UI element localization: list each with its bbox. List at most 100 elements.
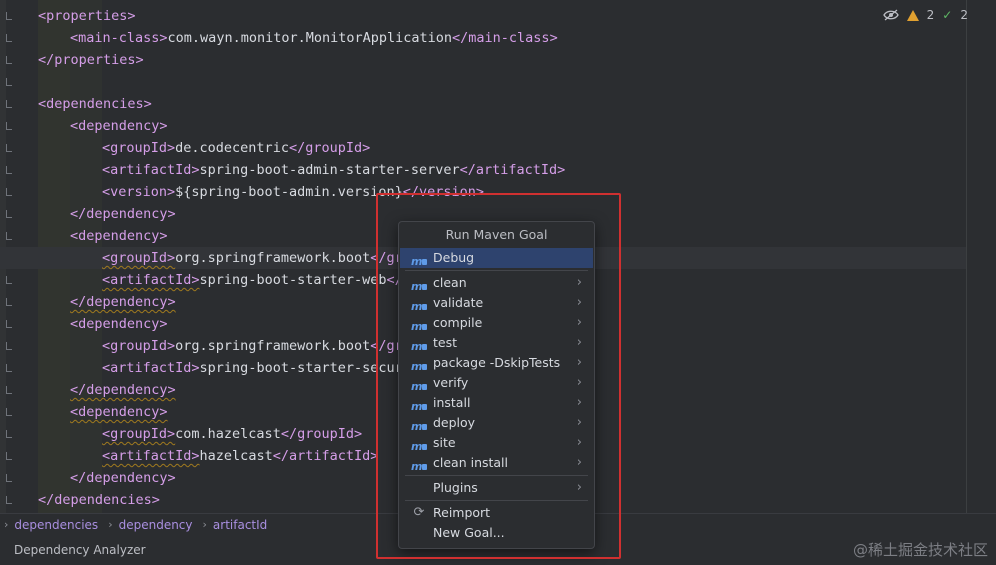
maven-icon: m	[411, 356, 427, 373]
xml-tag: </groupId>	[280, 426, 363, 442]
maven-icon: m	[411, 276, 427, 293]
xml-tag: <artifactId>	[102, 162, 200, 178]
chevron-right-icon: ›	[576, 435, 582, 450]
xml-text: spring-boot-admin-starter-server	[199, 162, 460, 178]
xml-tag: <artifactId>	[102, 360, 200, 376]
xml-text: ${spring-boot-admin.version}	[175, 184, 403, 200]
menu-item-label: test	[433, 335, 458, 350]
xml-tag: </artifactId>	[272, 448, 379, 464]
code-line[interactable]: <main-class>com.wayn.monitor.MonitorAppl…	[0, 27, 966, 49]
goal-list: m clean › m validate › m compile › m test › m package…	[399, 273, 594, 473]
xml-tag: <groupId>	[102, 338, 176, 354]
maven-icon: m	[411, 316, 427, 333]
menu-divider	[405, 270, 588, 271]
chevron-right-icon: ›	[4, 518, 9, 531]
xml-tag: <dependency>	[70, 316, 168, 332]
chevron-right-icon: ›	[576, 375, 582, 390]
maven-icon: m	[411, 296, 427, 313]
xml-text: de.codecentric	[175, 140, 289, 156]
watermark: @稀土掘金技术社区	[852, 541, 988, 559]
chevron-right-icon: ›	[576, 315, 582, 330]
xml-text: org.springframework.boot	[175, 338, 371, 354]
chevron-right-icon: ›	[576, 295, 582, 310]
xml-text: com.hazelcast	[175, 426, 281, 442]
maven-icon: m	[411, 376, 427, 393]
menu-item-goal[interactable]: m package -DskipTests ›	[399, 353, 594, 373]
xml-tag: </main-class>	[452, 30, 558, 46]
xml-tag: </dependency>	[70, 470, 176, 486]
menu-item-label: clean install	[433, 455, 509, 470]
code-line[interactable]: </properties>	[0, 49, 966, 71]
warning-count: 2	[926, 8, 935, 22]
menu-item-goal[interactable]: m clean install ›	[399, 453, 594, 473]
chevron-right-icon: ›	[576, 355, 582, 370]
menu-item-goal[interactable]: m site ›	[399, 433, 594, 453]
refresh-icon: ⟳	[413, 505, 425, 520]
menu-item-label: clean	[433, 275, 467, 290]
menu-item-plugins[interactable]: Plugins ›	[399, 478, 594, 498]
menu-item-label: deploy	[433, 415, 476, 430]
dependency-analyzer-tab[interactable]: Dependency Analyzer	[14, 543, 146, 557]
menu-item-label: site	[433, 435, 456, 450]
menu-item-label: compile	[433, 315, 483, 330]
xml-tag: </dependency>	[70, 382, 176, 398]
chevron-right-icon: ›	[576, 455, 582, 470]
code-line[interactable]: <groupId>de.codecentric</groupId>	[0, 137, 966, 159]
xml-tag: <dependency>	[70, 404, 168, 420]
xml-tag: <groupId>	[102, 250, 176, 266]
xml-tag: <properties>	[38, 8, 136, 24]
popup-title: Run Maven Goal	[445, 227, 548, 242]
breadcrumb-item[interactable]: › dependencies	[4, 518, 98, 532]
menu-item-goal[interactable]: m compile ›	[399, 313, 594, 333]
xml-text: spring-boot-starter-secur	[199, 360, 403, 376]
scrollbar-track[interactable]	[966, 0, 967, 513]
code-line[interactable]	[0, 71, 966, 93]
menu-item-debug[interactable]: m Debug	[400, 248, 593, 268]
menu-item-new-goal[interactable]: New Goal...	[399, 523, 594, 543]
maven-icon: m	[411, 456, 427, 473]
xml-tag: </dependency>	[70, 206, 176, 222]
code-line[interactable]: <artifactId>spring-boot-admin-starter-se…	[0, 159, 966, 181]
menu-item-goal[interactable]: m clean ›	[399, 273, 594, 293]
xml-tag: <groupId>	[102, 140, 176, 156]
inspection-widget[interactable]: 2 ✓ 2	[882, 6, 968, 24]
maven-icon: m	[411, 396, 427, 413]
menu-item-goal[interactable]: m verify ›	[399, 373, 594, 393]
menu-item-label: package -DskipTests	[433, 355, 561, 370]
breadcrumb-item[interactable]: › artifactId	[203, 518, 268, 532]
chevron-right-icon: ›	[202, 518, 207, 531]
code-line[interactable]: <dependencies>	[0, 93, 966, 115]
maven-icon: m	[411, 336, 427, 353]
run-maven-goal-popup[interactable]: Run Maven Goal m Debug m clean › m validate ›…	[398, 221, 595, 549]
menu-item-goal[interactable]: m test ›	[399, 333, 594, 353]
menu-item-goal[interactable]: m validate ›	[399, 293, 594, 313]
menu-item-goal[interactable]: m deploy ›	[399, 413, 594, 433]
code-line[interactable]: <version>${spring-boot-admin.version}</v…	[0, 181, 966, 203]
xml-tag: <dependency>	[70, 118, 168, 134]
menu-item-reimport[interactable]: ⟳ Reimport	[399, 503, 594, 523]
code-line[interactable]: <dependency>	[0, 115, 966, 137]
chevron-right-icon: ›	[576, 275, 582, 290]
chevron-right-icon: ›	[576, 415, 582, 430]
xml-text: spring-boot-starter-web	[199, 272, 387, 288]
xml-tag: <artifactId>	[102, 448, 200, 464]
xml-text: com.wayn.monitor.MonitorApplication	[167, 30, 453, 46]
xml-text: org.springframework.boot	[175, 250, 371, 266]
code-line[interactable]: <properties>	[0, 5, 966, 27]
warning-icon	[906, 9, 919, 21]
maven-icon: m	[411, 436, 427, 453]
hide-eye-icon[interactable]	[882, 9, 899, 21]
breadcrumb-item[interactable]: › dependency	[108, 518, 192, 532]
xml-tag: </dependency>	[70, 294, 176, 310]
maven-icon: m	[411, 251, 427, 268]
menu-item-label: verify	[433, 375, 469, 390]
xml-tag: <version>	[102, 184, 176, 200]
xml-tag: </groupId>	[288, 140, 371, 156]
maven-icon: m	[411, 416, 427, 433]
chevron-right-icon: ›	[576, 395, 582, 410]
menu-item-label: validate	[433, 295, 484, 310]
menu-divider	[405, 475, 588, 476]
xml-tag: </dependencies>	[38, 492, 160, 508]
xml-tag: </artifactId>	[459, 162, 566, 178]
menu-item-goal[interactable]: m install ›	[399, 393, 594, 413]
